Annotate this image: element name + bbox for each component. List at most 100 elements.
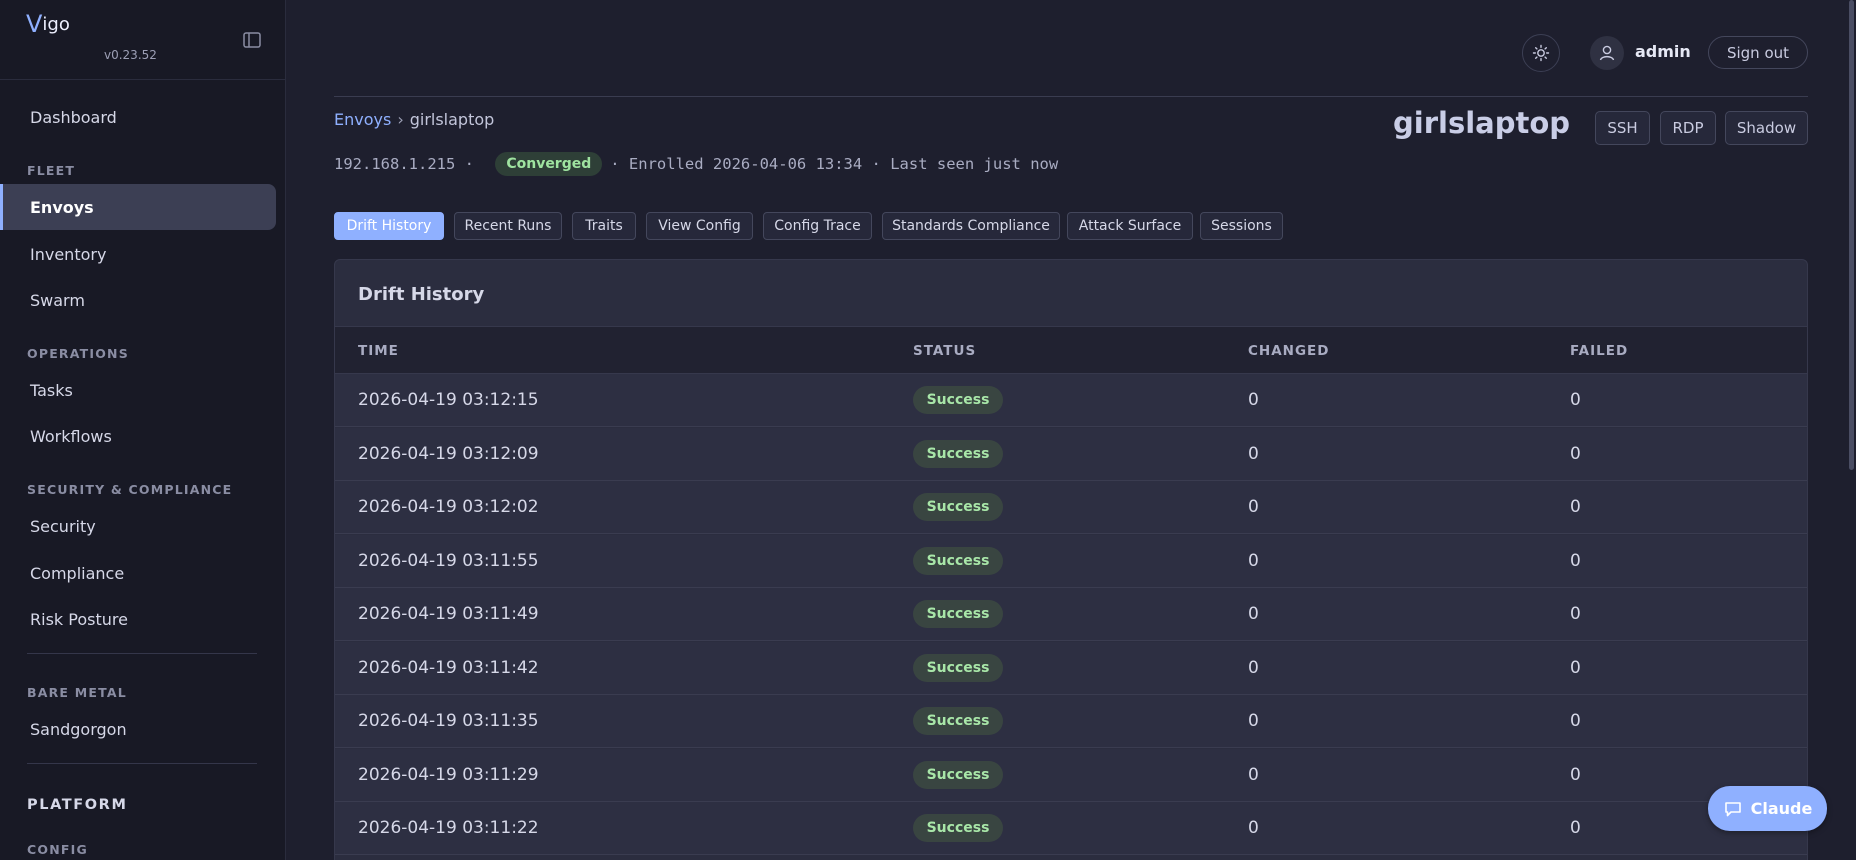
status-badge: Success bbox=[913, 546, 1003, 575]
column-time[interactable]: TIME bbox=[358, 343, 399, 359]
status-badge: Success bbox=[913, 600, 1003, 628]
sidebar-section-operations: OPERATIONS bbox=[27, 346, 129, 361]
table-header: TIME STATUS CHANGED FAILED bbox=[335, 326, 1807, 374]
sidebar-divider bbox=[27, 653, 257, 654]
tab-standards-compliance[interactable]: Standards Compliance bbox=[882, 212, 1060, 240]
table-row[interactable]: 2026-04-19 03:11:55 Success 0 0 bbox=[335, 534, 1807, 588]
row-failed: 0 bbox=[1570, 818, 1581, 838]
avatar[interactable] bbox=[1590, 36, 1624, 70]
sidebar-collapse-button[interactable] bbox=[239, 27, 265, 53]
table-row[interactable]: 2026-04-19 03:11:42 Success 0 0 bbox=[335, 641, 1807, 695]
table-row[interactable]: 2026-04-19 03:11:35 Success 0 0 bbox=[335, 695, 1807, 748]
tab-sessions[interactable]: Sessions bbox=[1200, 212, 1283, 240]
sidebar-item-security[interactable]: Security bbox=[0, 503, 276, 549]
breadcrumb: Envoys › girlslaptop bbox=[334, 110, 494, 129]
row-failed: 0 bbox=[1570, 604, 1581, 624]
sidebar-section-config: CONFIG bbox=[27, 842, 88, 857]
sidebar-item-sandgorgon[interactable]: Sandgorgon bbox=[0, 706, 276, 752]
row-changed: 0 bbox=[1248, 818, 1259, 838]
table-row[interactable]: 2026-04-19 03:11:29 Success 0 0 bbox=[335, 748, 1807, 802]
row-changed: 0 bbox=[1248, 497, 1259, 517]
sidebar-section-security-compliance: SECURITY & COMPLIANCE bbox=[27, 482, 233, 497]
header-divider bbox=[334, 96, 1808, 97]
table-row[interactable]: 2026-04-19 03:11:22 Success 0 0 bbox=[335, 802, 1807, 855]
sidebar-item-compliance[interactable]: Compliance bbox=[0, 550, 276, 596]
row-failed: 0 bbox=[1570, 443, 1581, 464]
row-time: 2026-04-19 03:12:02 bbox=[358, 497, 539, 517]
breadcrumb-envoys-link[interactable]: Envoys bbox=[334, 110, 391, 129]
logo-text: igo bbox=[42, 14, 70, 35]
tab-drift-history[interactable]: Drift History bbox=[334, 212, 444, 240]
row-changed: 0 bbox=[1248, 550, 1259, 571]
sun-icon bbox=[1532, 44, 1550, 62]
app-logo[interactable]: Vigo bbox=[26, 12, 70, 36]
row-time: 2026-04-19 03:11:55 bbox=[358, 550, 539, 571]
shadow-button[interactable]: Shadow bbox=[1725, 111, 1808, 145]
status-badge: Success bbox=[913, 707, 1003, 735]
row-failed: 0 bbox=[1570, 764, 1581, 785]
sidebar-item-dashboard[interactable]: Dashboard bbox=[0, 94, 276, 140]
column-changed[interactable]: CHANGED bbox=[1248, 343, 1329, 359]
row-changed: 0 bbox=[1248, 604, 1259, 624]
row-changed: 0 bbox=[1248, 443, 1259, 464]
row-failed: 0 bbox=[1570, 711, 1581, 731]
sidebar-item-swarm[interactable]: Swarm bbox=[0, 277, 276, 323]
chat-icon bbox=[1724, 801, 1741, 816]
sidebar-item-envoys[interactable]: Envoys bbox=[0, 184, 276, 230]
app-version: v0.23.52 bbox=[104, 48, 157, 62]
tab-traits[interactable]: Traits bbox=[572, 212, 636, 240]
table-row[interactable]: 2026-04-19 03:12:09 Success 0 0 bbox=[335, 427, 1807, 481]
row-changed: 0 bbox=[1248, 764, 1259, 785]
sign-out-button[interactable]: Sign out bbox=[1708, 36, 1808, 69]
brand: Vigo v0.23.52 bbox=[26, 10, 276, 66]
host-ip: 192.168.1.215 bbox=[334, 155, 456, 173]
theme-toggle-button[interactable] bbox=[1522, 34, 1560, 72]
row-failed: 0 bbox=[1570, 657, 1581, 678]
row-failed: 0 bbox=[1570, 550, 1581, 571]
row-failed: 0 bbox=[1570, 497, 1581, 517]
user-icon bbox=[1599, 45, 1615, 61]
tab-recent-runs[interactable]: Recent Runs bbox=[454, 212, 562, 240]
breadcrumb-current: girlslaptop bbox=[409, 110, 495, 129]
scrollbar-thumb[interactable] bbox=[1849, 0, 1854, 470]
sidebar-section-platform[interactable]: PLATFORM bbox=[27, 797, 127, 813]
logo-mark: V bbox=[26, 10, 43, 38]
status-badge: Converged bbox=[495, 152, 603, 176]
sidebar-section-bare-metal: BARE METAL bbox=[27, 685, 127, 700]
row-time: 2026-04-19 03:11:29 bbox=[358, 764, 539, 785]
row-time: 2026-04-19 03:12:15 bbox=[358, 390, 539, 410]
page-title: girlslaptop bbox=[1393, 106, 1571, 140]
ssh-button[interactable]: SSH bbox=[1595, 111, 1650, 145]
claude-label: Claude bbox=[1750, 799, 1813, 818]
sidebar-section-fleet: FLEET bbox=[27, 163, 76, 178]
tab-view-config[interactable]: View Config bbox=[646, 212, 753, 240]
sidebar-item-risk-posture[interactable]: Risk Posture bbox=[0, 596, 276, 642]
drift-history-card: Drift History TIME STATUS CHANGED FAILED… bbox=[334, 259, 1808, 860]
status-badge: Success bbox=[913, 814, 1003, 842]
status-badge: Success bbox=[913, 653, 1003, 682]
row-changed: 0 bbox=[1248, 711, 1259, 731]
sidebar-item-tasks[interactable]: Tasks bbox=[0, 367, 276, 413]
tab-attack-surface[interactable]: Attack Surface bbox=[1067, 212, 1193, 240]
row-changed: 0 bbox=[1248, 390, 1259, 410]
sidebar-item-workflows[interactable]: Workflows bbox=[0, 413, 276, 459]
card-title: Drift History bbox=[358, 284, 485, 305]
tab-config-trace[interactable]: Config Trace bbox=[763, 212, 872, 240]
sidebar: Vigo v0.23.52 Dashboard FLEET Envoys Inv… bbox=[0, 0, 286, 860]
row-time: 2026-04-19 03:11:22 bbox=[358, 818, 539, 838]
row-time: 2026-04-19 03:12:09 bbox=[358, 443, 539, 464]
column-failed[interactable]: FAILED bbox=[1570, 343, 1628, 359]
table-row[interactable]: 2026-04-19 03:11:49 Success 0 0 bbox=[335, 588, 1807, 641]
rdp-button[interactable]: RDP bbox=[1660, 111, 1716, 145]
claude-chat-button[interactable]: Claude bbox=[1708, 786, 1827, 831]
row-time: 2026-04-19 03:11:35 bbox=[358, 711, 539, 731]
column-status[interactable]: STATUS bbox=[913, 343, 976, 359]
row-changed: 0 bbox=[1248, 657, 1259, 678]
table-row[interactable]: 2026-04-19 03:12:15 Success 0 0 bbox=[335, 374, 1807, 427]
row-time: 2026-04-19 03:11:42 bbox=[358, 657, 539, 678]
sidebar-toggle-icon bbox=[243, 32, 261, 48]
breadcrumb-separator: › bbox=[397, 110, 404, 129]
sidebar-item-inventory[interactable]: Inventory bbox=[0, 231, 276, 277]
status-badge: Success bbox=[913, 493, 1003, 521]
table-row[interactable]: 2026-04-19 03:12:02 Success 0 0 bbox=[335, 481, 1807, 534]
